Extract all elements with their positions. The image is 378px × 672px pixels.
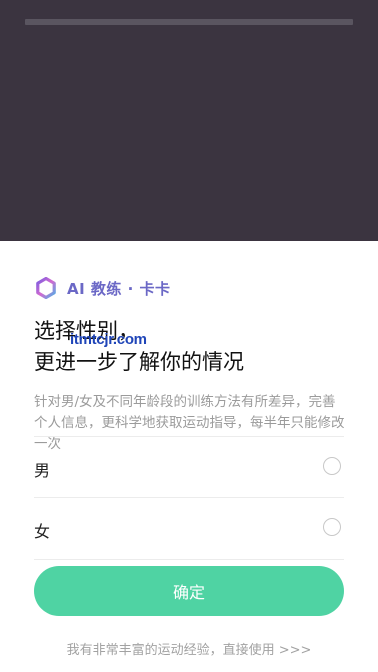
- skip-link[interactable]: 我有非常丰富的运动经验，直接使用 >>>: [0, 639, 378, 658]
- progress-bar: [25, 19, 353, 25]
- title-line-2: 更进一步了解你的情况: [34, 350, 244, 374]
- coach-header: AI 教练 · 卡卡: [35, 276, 171, 300]
- gender-selection-sheet: AI 教练 · 卡卡 选择性别， 更进一步了解你的情况 itmtcjr.com …: [0, 241, 378, 672]
- gender-option-label: 男: [34, 461, 51, 480]
- radio-female[interactable]: [323, 518, 341, 536]
- gender-option-male[interactable]: 男: [34, 436, 344, 498]
- coach-name: AI 教练 · 卡卡: [67, 279, 171, 298]
- gender-option-female[interactable]: 女: [34, 497, 344, 560]
- gender-option-label: 女: [34, 522, 51, 541]
- confirm-button[interactable]: 确定: [34, 566, 344, 616]
- dimmed-backdrop[interactable]: [0, 0, 378, 241]
- watermark-text: itmtcjr.com: [70, 331, 147, 348]
- radio-male[interactable]: [323, 457, 341, 475]
- coach-ring-logo-icon: [36, 277, 56, 299]
